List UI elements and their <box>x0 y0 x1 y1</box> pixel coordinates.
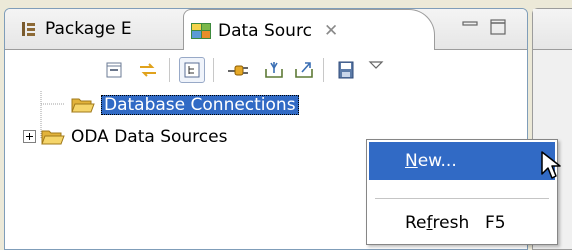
toolbar-separator <box>169 58 170 82</box>
tree-item-label: ODA Data Sources <box>71 127 228 147</box>
export-icon[interactable] <box>291 57 317 83</box>
link-with-editor-icon[interactable] <box>135 57 161 83</box>
folder-open-icon <box>71 98 95 113</box>
import-icon[interactable] <box>261 57 287 83</box>
view-toolbar <box>5 50 527 90</box>
context-menu: New... Refresh F5 <box>366 139 558 245</box>
menu-item-new[interactable]: New... <box>369 142 555 180</box>
menu-item-shortcut: F5 <box>485 213 506 233</box>
package-explorer-icon <box>17 18 39 40</box>
toolbar-separator <box>213 58 214 82</box>
tab-label: Package E <box>45 19 132 39</box>
menu-separator <box>375 198 549 199</box>
minimize-icon[interactable] <box>461 18 479 41</box>
adjacent-view-header <box>533 9 572 50</box>
tree-item-database-connections[interactable]: Database Connections <box>71 92 299 118</box>
tab-package-explorer[interactable]: Package E <box>11 9 187 49</box>
menu-item-label: New... <box>405 151 457 171</box>
folder-open-icon <box>41 130 65 145</box>
tree-view-icon[interactable] <box>179 57 205 83</box>
collapse-all-icon[interactable] <box>101 57 127 83</box>
tab-data-source-explorer[interactable]: Data Sourc ✕ <box>183 9 435 51</box>
tree-item-label: Database Connections <box>101 95 299 115</box>
view-tab-bar: Package E Data Sourc ✕ <box>5 9 527 51</box>
tree-item-oda-data-sources[interactable]: ODA Data Sources <box>23 124 227 150</box>
save-icon[interactable] <box>333 57 359 83</box>
mouse-cursor-icon <box>541 151 561 179</box>
tab-label: Data Sourc <box>218 20 312 41</box>
close-icon[interactable]: ✕ <box>324 21 338 41</box>
connect-icon[interactable] <box>225 57 251 83</box>
toolbar-separator <box>323 58 324 82</box>
menu-item-refresh[interactable]: Refresh F5 <box>369 204 555 242</box>
view-menu-icon[interactable] <box>363 52 389 78</box>
data-source-explorer-icon <box>190 20 212 42</box>
maximize-icon[interactable] <box>489 18 507 41</box>
expand-icon[interactable] <box>23 130 37 144</box>
menu-item-label: Refresh <box>405 213 470 233</box>
